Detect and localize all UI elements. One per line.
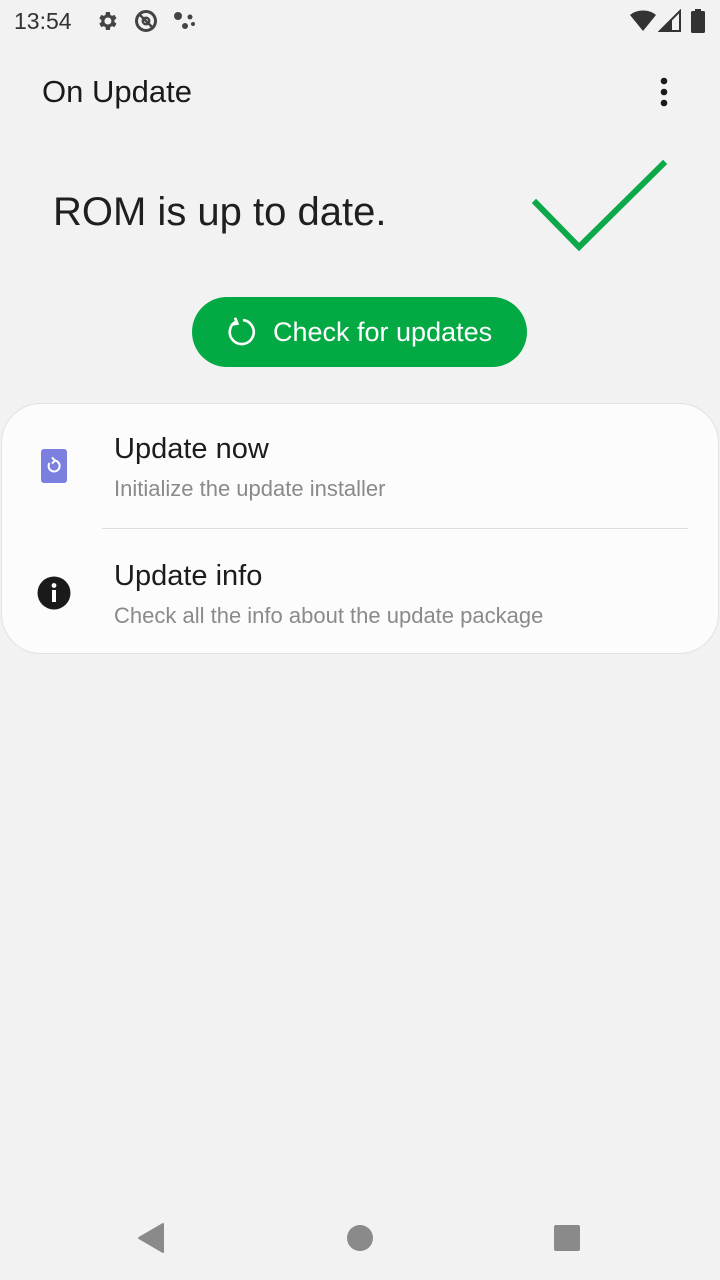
back-icon[interactable]	[137, 1222, 165, 1259]
screen: 13:54 On Update ROM is up to date. Check…	[0, 0, 720, 1280]
assistant-icon	[172, 9, 198, 33]
recents-icon[interactable]	[553, 1224, 581, 1257]
list-item-update-now[interactable]: Update now Initialize the update install…	[2, 404, 718, 529]
more-options-button[interactable]	[644, 68, 684, 116]
status-bar: 13:54	[0, 0, 720, 44]
update-info-title: Update info	[114, 560, 263, 592]
signal-icon	[658, 9, 682, 33]
update-status-message: ROM is up to date.	[53, 190, 387, 234]
options-card: Update now Initialize the update install…	[1, 403, 719, 654]
battery-icon	[690, 9, 706, 33]
update-now-subtitle: Initialize the update installer	[114, 476, 386, 501]
update-now-title: Update now	[114, 433, 269, 465]
home-icon[interactable]	[346, 1224, 374, 1257]
list-item-update-info[interactable]: Update info Check all the info about the…	[2, 529, 718, 654]
check-icon	[530, 155, 670, 260]
status-time: 13:54	[14, 8, 72, 34]
info-icon	[37, 576, 71, 615]
check-for-updates-label: Check for updates	[273, 316, 493, 347]
navigation-bar	[0, 1200, 720, 1280]
check-for-updates-button[interactable]: Check for updates	[192, 297, 527, 367]
more-vert-icon	[660, 77, 668, 107]
wifi-icon	[630, 9, 656, 33]
refresh-icon	[228, 317, 256, 346]
settings-icon	[95, 9, 119, 33]
update-info-subtitle: Check all the info about the update pack…	[114, 603, 544, 628]
update-installer-icon	[41, 449, 67, 488]
app-title: On Update	[42, 74, 192, 109]
do-not-disturb-icon	[134, 9, 158, 33]
